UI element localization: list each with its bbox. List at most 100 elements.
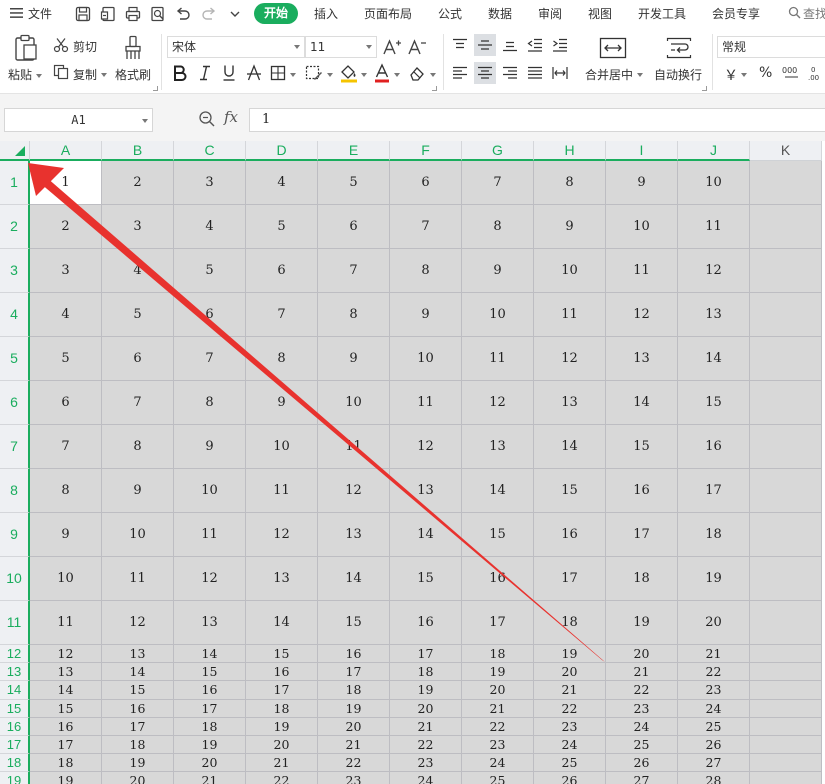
cell-c19[interactable]: 21: [174, 772, 246, 784]
cell-c5[interactable]: 7: [174, 337, 246, 381]
merge-center-button[interactable]: 合并居中: [585, 66, 633, 83]
row-header-17[interactable]: 17: [0, 736, 30, 755]
row-header-16[interactable]: 16: [0, 717, 30, 736]
cell-c15[interactable]: 17: [174, 699, 246, 718]
cell-b18[interactable]: 19: [102, 754, 174, 773]
column-header-d[interactable]: D: [246, 141, 318, 161]
cell-c2[interactable]: 4: [174, 205, 246, 249]
column-header-k[interactable]: K: [750, 141, 822, 161]
cell-c6[interactable]: 8: [174, 381, 246, 425]
cell-style-dropdown-icon[interactable]: [327, 73, 333, 77]
cell-e15[interactable]: 19: [318, 699, 390, 718]
cell-f5[interactable]: 10: [390, 337, 462, 381]
cell-j17[interactable]: 26: [678, 736, 750, 755]
row-header-13[interactable]: 13: [0, 663, 30, 682]
cell-g3[interactable]: 9: [462, 249, 534, 293]
cell-f17[interactable]: 22: [390, 736, 462, 755]
cell-k3[interactable]: [750, 249, 822, 293]
cell-e10[interactable]: 14: [318, 557, 390, 601]
row-header-1[interactable]: 1: [0, 161, 30, 205]
cell-h15[interactable]: 22: [534, 699, 606, 718]
cell-a6[interactable]: 6: [30, 381, 102, 425]
cell-b4[interactable]: 5: [102, 293, 174, 337]
cell-k10[interactable]: [750, 557, 822, 601]
bold-icon[interactable]: [170, 62, 190, 84]
cell-f3[interactable]: 8: [390, 249, 462, 293]
cell-b10[interactable]: 11: [102, 557, 174, 601]
cell-k12[interactable]: [750, 645, 822, 664]
cell-k19[interactable]: [750, 772, 822, 784]
cell-a5[interactable]: 5: [30, 337, 102, 381]
cell-a10[interactable]: 10: [30, 557, 102, 601]
tab-data[interactable]: 数据: [488, 0, 512, 28]
cell-h11[interactable]: 18: [534, 601, 606, 645]
cell-k17[interactable]: [750, 736, 822, 755]
copy-dropdown-icon[interactable]: [101, 73, 107, 77]
align-bottom-icon[interactable]: [499, 34, 521, 56]
cell-j1[interactable]: 10: [678, 161, 750, 205]
cell-e4[interactable]: 8: [318, 293, 390, 337]
cell-d7[interactable]: 10: [246, 425, 318, 469]
cell-f12[interactable]: 17: [390, 645, 462, 664]
align-center-icon[interactable]: [474, 62, 496, 84]
cell-d6[interactable]: 9: [246, 381, 318, 425]
distributed-align-icon[interactable]: [549, 62, 571, 84]
cell-d3[interactable]: 6: [246, 249, 318, 293]
row-header-3[interactable]: 3: [0, 249, 30, 293]
column-header-b[interactable]: B: [102, 141, 174, 161]
cell-d4[interactable]: 7: [246, 293, 318, 337]
cell-g13[interactable]: 19: [462, 663, 534, 682]
select-all-button[interactable]: [0, 141, 30, 161]
cell-b2[interactable]: 3: [102, 205, 174, 249]
row-header-2[interactable]: 2: [0, 205, 30, 249]
cell-g6[interactable]: 12: [462, 381, 534, 425]
cell-j12[interactable]: 21: [678, 645, 750, 664]
row-header-9[interactable]: 9: [0, 513, 30, 557]
cell-k4[interactable]: [750, 293, 822, 337]
save-icon[interactable]: [74, 5, 92, 23]
row-header-11[interactable]: 11: [0, 601, 30, 645]
cell-f6[interactable]: 11: [390, 381, 462, 425]
decrease-indent-icon[interactable]: [524, 34, 546, 56]
cell-c14[interactable]: 16: [174, 681, 246, 700]
cell-f2[interactable]: 7: [390, 205, 462, 249]
cell-a2[interactable]: 2: [30, 205, 102, 249]
name-box[interactable]: A1: [4, 108, 153, 132]
font-color-dropdown-icon[interactable]: [394, 73, 400, 77]
cell-k5[interactable]: [750, 337, 822, 381]
cut-button[interactable]: 剪切: [73, 38, 97, 55]
cell-e2[interactable]: 6: [318, 205, 390, 249]
cell-a13[interactable]: 13: [30, 663, 102, 682]
paste-button[interactable]: 粘贴: [8, 66, 32, 83]
cell-g17[interactable]: 23: [462, 736, 534, 755]
cell-d13[interactable]: 16: [246, 663, 318, 682]
cell-c16[interactable]: 18: [174, 717, 246, 736]
cell-a15[interactable]: 15: [30, 699, 102, 718]
italic-icon[interactable]: [195, 62, 215, 84]
clipboard-group-launcher[interactable]: [153, 86, 158, 91]
cell-j10[interactable]: 19: [678, 557, 750, 601]
cell-g12[interactable]: 18: [462, 645, 534, 664]
cell-g18[interactable]: 24: [462, 754, 534, 773]
cell-j4[interactable]: 13: [678, 293, 750, 337]
currency-dropdown-icon[interactable]: [741, 73, 747, 77]
cell-b8[interactable]: 9: [102, 469, 174, 513]
cell-j9[interactable]: 18: [678, 513, 750, 557]
row-header-4[interactable]: 4: [0, 293, 30, 337]
cell-f10[interactable]: 15: [390, 557, 462, 601]
cell-b15[interactable]: 16: [102, 699, 174, 718]
wrap-text-icon[interactable]: [665, 36, 693, 60]
cell-i6[interactable]: 14: [606, 381, 678, 425]
cell-a3[interactable]: 3: [30, 249, 102, 293]
cell-b14[interactable]: 15: [102, 681, 174, 700]
cell-e16[interactable]: 20: [318, 717, 390, 736]
tab-start[interactable]: 开始: [254, 3, 298, 24]
fill-color-icon[interactable]: [338, 62, 360, 84]
cell-j11[interactable]: 20: [678, 601, 750, 645]
cell-a7[interactable]: 7: [30, 425, 102, 469]
cell-i17[interactable]: 25: [606, 736, 678, 755]
cell-a9[interactable]: 9: [30, 513, 102, 557]
cell-j7[interactable]: 16: [678, 425, 750, 469]
cell-a16[interactable]: 16: [30, 717, 102, 736]
cell-g2[interactable]: 8: [462, 205, 534, 249]
